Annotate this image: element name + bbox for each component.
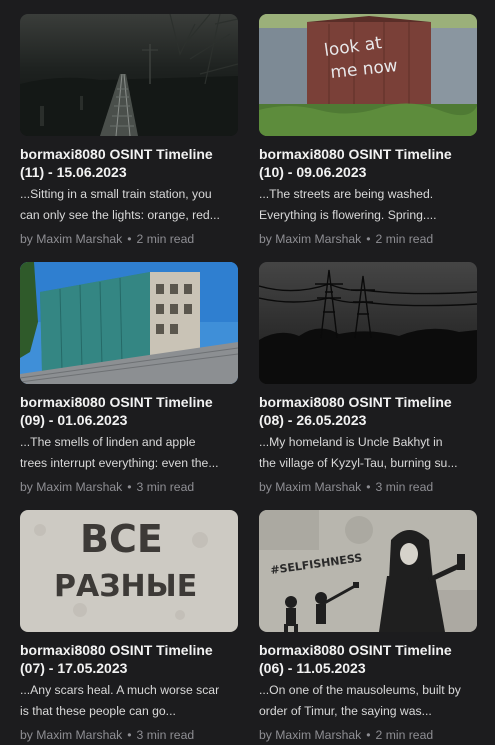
article-meta: by Maxim Marshak • 3 min read <box>259 479 477 495</box>
author-name[interactable]: by Maxim Marshak <box>20 480 122 494</box>
excerpt-line: ...Any scars heal. A much worse scar <box>20 683 220 697</box>
garage-graffiti-photo: look at me now <box>259 14 477 136</box>
excerpt-line: ...The smells of linden and apple <box>20 435 196 449</box>
excerpt-line: can only see the lights: orange, red... <box>20 208 220 222</box>
excerpt-line: ...My homeland is Uncle Bakhyt in <box>259 435 443 449</box>
title-line[interactable]: bormaxi8080 OSINT Timeline <box>20 393 238 411</box>
article-meta: by Maxim Marshak • 3 min read <box>20 479 238 495</box>
title-line[interactable]: (09) - 01.06.2023 <box>20 411 238 429</box>
title-line[interactable]: (08) - 26.05.2023 <box>259 411 477 429</box>
article-excerpt: ...Any scars heal. A much worse scar is … <box>20 680 238 722</box>
wall-text: РАЗНЫЕ <box>54 569 197 604</box>
excerpt-line: ...Sitting in a small train station, you <box>20 187 212 201</box>
article-title[interactable]: bormaxi8080 OSINT Timeline (09) - 01.06.… <box>20 393 238 429</box>
article-card[interactable]: ВСЕ РАЗНЫЕ bormaxi8080 OSINT Timeline (0… <box>20 510 238 743</box>
article-card[interactable]: bormaxi8080 OSINT Timeline (11) - 15.06.… <box>20 14 238 247</box>
excerpt-line: the village of Kyzyl-Tau, burning su... <box>259 456 458 470</box>
title-line[interactable]: bormaxi8080 OSINT Timeline <box>259 393 477 411</box>
meta-separator: • <box>127 232 132 246</box>
article-title[interactable]: bormaxi8080 OSINT Timeline (10) - 09.06.… <box>259 145 477 181</box>
article-title[interactable]: bormaxi8080 OSINT Timeline (07) - 17.05.… <box>20 641 238 677</box>
meta-separator: • <box>127 480 132 494</box>
article-meta: by Maxim Marshak • 3 min read <box>20 727 238 743</box>
excerpt-line: is that these people can go... <box>20 704 176 718</box>
railway-night-photo <box>20 14 238 136</box>
title-line[interactable]: (06) - 11.05.2023 <box>259 659 477 677</box>
read-time: 2 min read <box>136 232 195 246</box>
excerpt-line: trees interrupt everything: even the... <box>20 456 219 470</box>
read-time: 3 min read <box>136 480 195 494</box>
article-card[interactable]: look at me now bormaxi8080 OSINT Timelin… <box>259 14 477 247</box>
article-meta: by Maxim Marshak • 2 min read <box>259 231 477 247</box>
title-line[interactable]: (07) - 17.05.2023 <box>20 659 238 677</box>
read-time: 3 min read <box>136 728 195 742</box>
read-time: 2 min read <box>375 232 434 246</box>
article-thumbnail[interactable] <box>20 262 238 384</box>
article-excerpt: ...On one of the mausoleums, built by or… <box>259 680 477 722</box>
article-card[interactable]: bormaxi8080 OSINT Timeline (08) - 26.05.… <box>259 262 477 495</box>
meta-separator: • <box>366 728 371 742</box>
article-meta: by Maxim Marshak • 2 min read <box>20 231 238 247</box>
covered-building-photo <box>20 262 238 384</box>
author-name[interactable]: by Maxim Marshak <box>259 232 361 246</box>
wall-text: ВСЕ <box>80 517 163 561</box>
article-thumbnail[interactable]: ВСЕ РАЗНЫЕ <box>20 510 238 632</box>
article-thumbnail[interactable]: look at me now <box>259 14 477 136</box>
article-grid: bormaxi8080 OSINT Timeline (11) - 15.06.… <box>0 0 495 745</box>
author-name[interactable]: by Maxim Marshak <box>259 728 361 742</box>
article-excerpt: ...The streets are being washed. Everyth… <box>259 184 477 226</box>
meta-separator: • <box>366 232 371 246</box>
power-lines-night-photo <box>259 262 477 384</box>
excerpt-line: order of Timur, the saying was... <box>259 704 432 718</box>
article-thumbnail[interactable] <box>20 14 238 136</box>
title-line[interactable]: bormaxi8080 OSINT Timeline <box>20 145 238 163</box>
article-title[interactable]: bormaxi8080 OSINT Timeline (08) - 26.05.… <box>259 393 477 429</box>
excerpt-line: Everything is flowering. Spring.... <box>259 208 437 222</box>
article-excerpt: ...Sitting in a small train station, you… <box>20 184 238 226</box>
meta-separator: • <box>127 728 132 742</box>
title-line[interactable]: (11) - 15.06.2023 <box>20 163 238 181</box>
title-line[interactable]: bormaxi8080 OSINT Timeline <box>20 641 238 659</box>
author-name[interactable]: by Maxim Marshak <box>259 480 361 494</box>
title-line[interactable]: (10) - 09.06.2023 <box>259 163 477 181</box>
article-excerpt: ...The smells of linden and apple trees … <box>20 432 238 474</box>
title-line[interactable]: bormaxi8080 OSINT Timeline <box>259 145 477 163</box>
article-meta: by Maxim Marshak • 2 min read <box>259 727 477 743</box>
article-excerpt: ...My homeland is Uncle Bakhyt in the vi… <box>259 432 477 474</box>
article-thumbnail[interactable] <box>259 262 477 384</box>
selfishness-street-art-photo: #SELFISHNESS <box>259 510 477 632</box>
read-time: 2 min read <box>375 728 434 742</box>
wall-lettering-photo: ВСЕ РАЗНЫЕ <box>20 510 238 632</box>
article-thumbnail[interactable]: #SELFISHNESS <box>259 510 477 632</box>
excerpt-line: ...The streets are being washed. <box>259 187 434 201</box>
meta-separator: • <box>366 480 371 494</box>
article-card[interactable]: bormaxi8080 OSINT Timeline (09) - 01.06.… <box>20 262 238 495</box>
article-title[interactable]: bormaxi8080 OSINT Timeline (11) - 15.06.… <box>20 145 238 181</box>
title-line[interactable]: bormaxi8080 OSINT Timeline <box>259 641 477 659</box>
article-title[interactable]: bormaxi8080 OSINT Timeline (06) - 11.05.… <box>259 641 477 677</box>
excerpt-line: ...On one of the mausoleums, built by <box>259 683 461 697</box>
read-time: 3 min read <box>375 480 434 494</box>
author-name[interactable]: by Maxim Marshak <box>20 232 122 246</box>
article-card[interactable]: #SELFISHNESS bormaxi8080 OSINT Timeline … <box>259 510 477 743</box>
author-name[interactable]: by Maxim Marshak <box>20 728 122 742</box>
